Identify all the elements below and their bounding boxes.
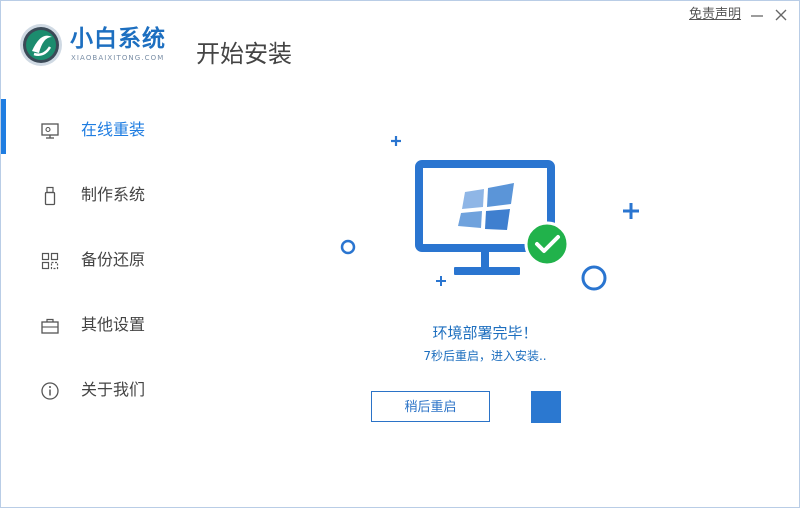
app-logo (20, 24, 62, 66)
plus-icon (623, 203, 639, 219)
toolbox-icon (41, 318, 59, 334)
brand-name: 小白系统 (70, 26, 166, 52)
countdown-text: 7秒后重启，进入安装.. (423, 349, 547, 363)
sidebar-item-label: 其他设置 (81, 315, 146, 334)
title-bar: 小白系统 XIAOBAIXITONG.COM 开始安装 免责声明 (1, 1, 799, 97)
sidebar-item-label: 在线重装 (81, 120, 146, 139)
monitor-icon (41, 123, 59, 139)
close-icon (775, 9, 787, 21)
page-title: 开始安装 (196, 40, 292, 68)
sidebar-item-label: 制作系统 (81, 185, 146, 204)
ring-icon (581, 265, 607, 291)
sidebar: 在线重装 制作系统 备份还原 其他设置 关于我们 (1, 97, 171, 507)
main-panel: 环境部署完毕！ 7秒后重启，进入安装.. 稍后重启 (171, 97, 799, 507)
sidebar-item-backup-restore[interactable]: 备份还原 (1, 240, 171, 280)
sidebar-item-make-system[interactable]: 制作系统 (1, 175, 171, 215)
minimize-button[interactable] (748, 5, 766, 25)
info-icon (41, 382, 59, 400)
plus-icon (391, 136, 401, 146)
ring-icon (340, 239, 356, 255)
close-button[interactable] (772, 5, 790, 25)
installer-window: 小白系统 XIAOBAIXITONG.COM 开始安装 免责声明 在线重装 制作… (0, 0, 800, 508)
brand-subtitle: XIAOBAIXITONG.COM (71, 54, 165, 62)
install-complete-illustration (340, 136, 639, 291)
sidebar-item-about-us[interactable]: 关于我们 (1, 370, 171, 410)
sidebar-item-other-settings[interactable]: 其他设置 (1, 305, 171, 345)
status-title: 环境部署完毕！ (432, 324, 538, 342)
sidebar-item-label: 备份还原 (81, 250, 146, 269)
restart-now-indicator[interactable] (531, 391, 561, 423)
usb-drive-icon (44, 186, 56, 206)
plus-icon (436, 276, 446, 286)
sidebar-item-online-reinstall[interactable]: 在线重装 (1, 110, 171, 150)
minimize-icon (751, 15, 763, 17)
backup-grid-icon (41, 252, 59, 270)
windows-logo-icon (458, 183, 514, 230)
restart-later-button[interactable]: 稍后重启 (371, 391, 490, 422)
success-check-icon (524, 221, 570, 267)
sidebar-item-label: 关于我们 (81, 380, 146, 399)
disclaimer-link[interactable]: 免责声明 (689, 7, 741, 23)
